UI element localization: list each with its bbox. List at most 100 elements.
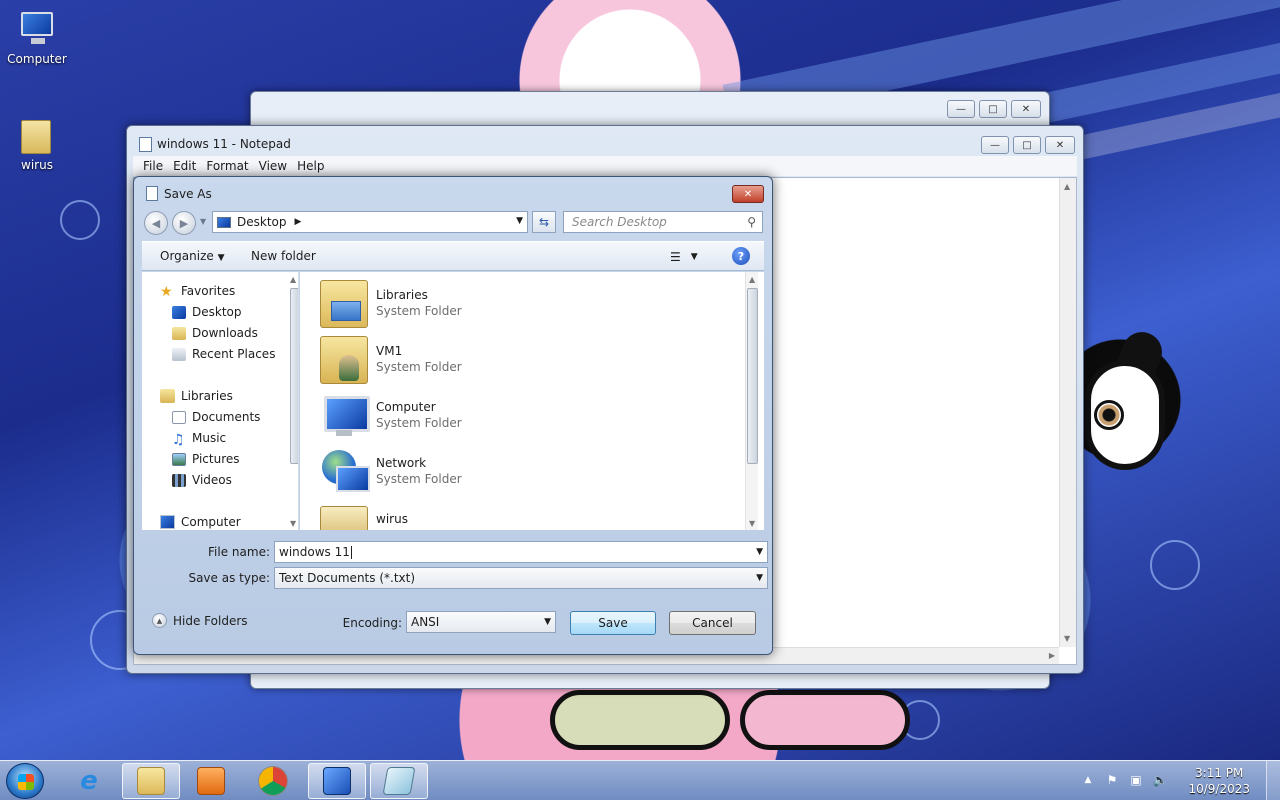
nav-item-downloads[interactable]: Downloads	[172, 324, 258, 342]
file-name-value: windows 11	[279, 545, 350, 559]
network-icon[interactable]: ▣	[1128, 773, 1144, 789]
save-type-value: Text Documents (*.txt)	[279, 571, 416, 585]
file-explorer-icon	[137, 767, 165, 795]
scroll-thumb[interactable]	[747, 288, 758, 464]
scroll-up-icon[interactable]: ▲	[749, 275, 755, 284]
vertical-scrollbar[interactable]: ▲ ▼	[1059, 178, 1076, 647]
taskbar-notepad[interactable]	[370, 763, 428, 799]
close-button[interactable]: ✕	[1011, 100, 1041, 118]
media-player-icon	[197, 767, 225, 795]
taskbar-internet-explorer[interactable]: e	[60, 763, 118, 799]
nav-item-recent-places[interactable]: Recent Places	[172, 345, 275, 363]
save-options: File name: windows 11 ▼ Save as type: Te…	[142, 531, 768, 647]
downloads-icon	[172, 326, 186, 340]
organize-button[interactable]: Organize ▼	[160, 249, 225, 263]
save-type-select[interactable]: Text Documents (*.txt) ▼	[274, 567, 768, 589]
volume-muted-icon[interactable]: 🔈	[1152, 773, 1168, 789]
nav-item-music[interactable]: ♫ Music	[172, 429, 226, 448]
nav-item-desktop[interactable]: Desktop	[172, 303, 242, 321]
command-bar: Organize ▼ New folder ☰ ▼ ?	[142, 241, 764, 271]
list-item[interactable]: wirus	[314, 500, 514, 530]
encoding-label: Encoding:	[342, 616, 402, 630]
menu-format[interactable]: Format	[202, 159, 252, 173]
scroll-up-icon[interactable]: ▲	[1064, 182, 1070, 191]
nav-computer[interactable]: Computer	[160, 513, 241, 530]
refresh-button[interactable]: ⇆	[532, 211, 556, 233]
address-bar[interactable]: Desktop ▶ ▼	[212, 211, 528, 233]
minimize-button[interactable]: —	[947, 100, 975, 118]
menu-edit[interactable]: Edit	[169, 159, 200, 173]
desktop-icon	[172, 305, 186, 319]
list-item[interactable]: Network System Folder	[314, 444, 514, 496]
scroll-thumb[interactable]	[290, 288, 298, 464]
save-as-dialog[interactable]: Save As ✕ ◀ ▶ ▼ Desktop ▶ ▼ ⇆ Search Des…	[133, 176, 773, 655]
file-name-field[interactable]: windows 11 ▼	[274, 541, 768, 563]
desktop-icon-wirus[interactable]: wirus	[2, 114, 72, 172]
taskbar-control-panel[interactable]	[308, 763, 366, 799]
taskbar-media-player[interactable]	[182, 763, 240, 799]
scroll-right-icon[interactable]: ▶	[1049, 651, 1055, 660]
nav-item-videos[interactable]: Videos	[172, 471, 232, 489]
search-input[interactable]: Search Desktop ⚲	[563, 211, 763, 233]
dialog-title: Save As	[164, 187, 212, 201]
minimize-button[interactable]: —	[981, 136, 1009, 154]
notepad-icon	[382, 767, 416, 795]
close-button[interactable]: ✕	[1045, 136, 1075, 154]
help-icon[interactable]: ?	[732, 247, 750, 265]
address-crumb[interactable]: Desktop	[237, 215, 287, 229]
desktop-icon-computer[interactable]: Computer	[2, 8, 72, 66]
chevron-down-icon[interactable]: ▼	[516, 216, 523, 226]
taskbar-explorer[interactable]	[122, 763, 180, 799]
scroll-down-icon[interactable]: ▼	[1064, 634, 1070, 643]
crumb-arrow-icon[interactable]: ▶	[295, 217, 302, 227]
encoding-select[interactable]: ANSI ▼	[406, 611, 556, 633]
file-name: wirus	[376, 512, 408, 526]
nav-label: Recent Places	[192, 347, 276, 361]
notepad-icon	[139, 137, 152, 152]
nav-favorites[interactable]: ★ Favorites	[160, 282, 235, 300]
taskbar-chrome[interactable]	[244, 763, 302, 799]
list-item[interactable]: VM1 System Folder	[314, 332, 514, 384]
nav-scrollbar[interactable]: ▲ ▼	[290, 272, 298, 530]
show-desktop-button[interactable]	[1266, 761, 1280, 800]
navigation-pane[interactable]: ★ Favorites Desktop Downloads Recent Pla…	[142, 272, 299, 530]
list-item[interactable]: Libraries System Folder	[314, 276, 514, 328]
chevron-down-icon: ▼	[217, 253, 225, 263]
list-item[interactable]: Computer System Folder	[314, 388, 514, 440]
scroll-up-icon[interactable]: ▲	[290, 275, 296, 284]
file-list[interactable]: Libraries System Folder VM1 System Folde…	[300, 272, 764, 530]
show-hidden-icons-icon[interactable]: ▲	[1080, 775, 1096, 791]
maximize-button[interactable]: □	[1013, 136, 1041, 154]
chevron-down-icon[interactable]: ▼	[756, 547, 763, 557]
nav-label: Desktop	[192, 305, 242, 319]
scroll-down-icon[interactable]: ▼	[749, 519, 755, 528]
nav-label: Pictures	[192, 452, 240, 466]
start-button[interactable]	[6, 763, 44, 799]
back-button[interactable]: ◀	[144, 211, 168, 235]
nav-item-documents[interactable]: Documents	[172, 408, 260, 426]
search-icon[interactable]: ⚲	[747, 215, 756, 229]
videos-icon	[172, 473, 186, 487]
wallpaper-bunny-eye	[1094, 400, 1124, 430]
save-button[interactable]: Save	[570, 611, 656, 635]
menu-file[interactable]: File	[139, 159, 167, 173]
file-name-label: File name:	[208, 545, 270, 559]
action-center-icon[interactable]: ⚑	[1104, 773, 1120, 789]
views-button[interactable]: ☰ ▼	[670, 248, 710, 266]
maximize-button[interactable]: □	[979, 100, 1007, 118]
hide-folders-button[interactable]: ▲ Hide Folders	[152, 613, 248, 628]
menu-help[interactable]: Help	[293, 159, 328, 173]
nav-item-pictures[interactable]: Pictures	[172, 450, 240, 468]
internet-explorer-icon: e	[80, 766, 98, 796]
recent-pages-icon[interactable]: ▼	[200, 217, 206, 226]
forward-button[interactable]: ▶	[172, 211, 196, 235]
nav-libraries[interactable]: Libraries	[160, 387, 233, 405]
file-list-scrollbar[interactable]: ▲ ▼	[745, 272, 758, 530]
organize-label: Organize	[160, 249, 214, 263]
clock[interactable]: 3:11 PM 10/9/2023	[1188, 765, 1250, 797]
new-folder-button[interactable]: New folder	[251, 249, 316, 263]
menu-view[interactable]: View	[255, 159, 291, 173]
cancel-button[interactable]: Cancel	[669, 611, 756, 635]
scroll-down-icon[interactable]: ▼	[290, 519, 296, 528]
close-button[interactable]: ✕	[732, 185, 764, 203]
